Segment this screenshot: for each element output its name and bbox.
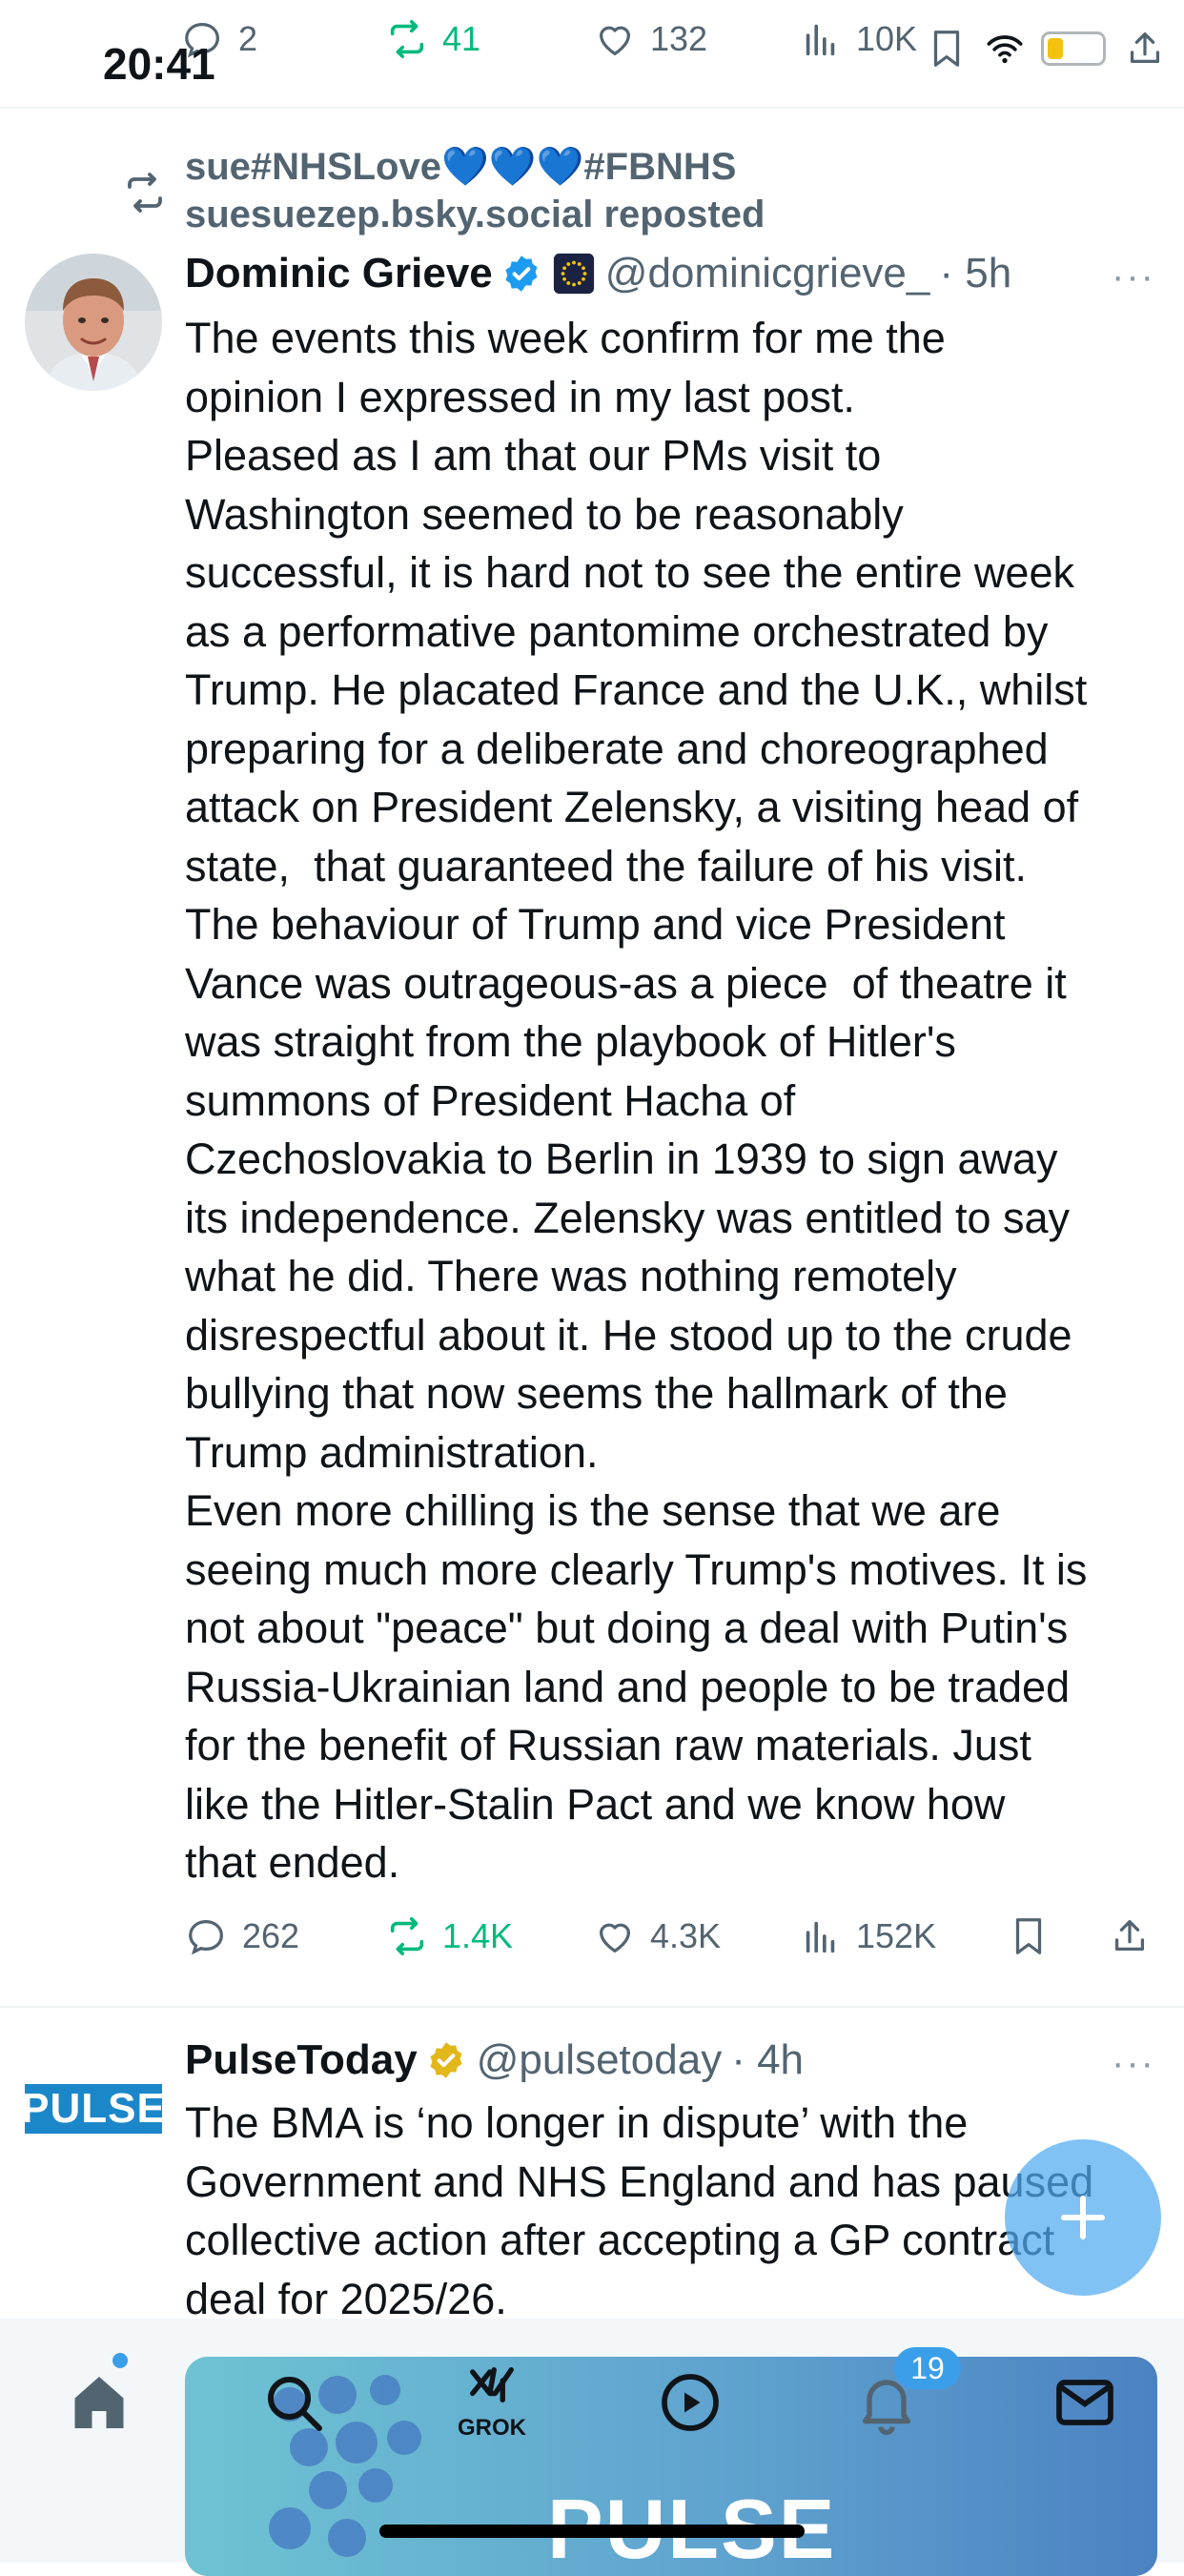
avatar[interactable] (25, 254, 162, 391)
share-button[interactable] (1108, 1914, 1152, 1958)
bookmark-icon (1015, 1918, 1042, 1954)
repost-banner-subtitle: suesuezep.bsky.social reposted (185, 194, 766, 235)
plus-icon (1061, 2196, 1105, 2239)
compose-button[interactable] (1005, 2139, 1161, 2296)
views-icon (806, 1921, 835, 1953)
post-header: PulseToday @pulsetoday · 4h (185, 2036, 804, 2084)
top-action-strip: 20:41 2 41 132 10K (0, 0, 1184, 109)
battery-icon (1041, 31, 1106, 66)
heart-icon (599, 26, 631, 55)
more-options-button[interactable]: ··· (1112, 256, 1155, 298)
search-tab[interactable] (254, 2362, 334, 2443)
status-time: 20:41 (103, 39, 215, 89)
views-count: 10K (856, 19, 918, 58)
verified-business-badge-icon (430, 2042, 462, 2078)
reply-count: 2 (238, 19, 258, 58)
like-button[interactable]: 132 (593, 17, 707, 61)
home-tab[interactable] (59, 2362, 139, 2443)
eu-flag-icon (553, 253, 594, 295)
repost-icon (390, 19, 424, 59)
repost-count: 41 (442, 19, 481, 58)
reply-button[interactable]: 262 (185, 1914, 299, 1958)
views-button[interactable]: 152K (799, 1914, 936, 1958)
repost-button[interactable]: 41 (385, 17, 480, 61)
author-handle[interactable]: @dominicgrieve_ (605, 250, 930, 297)
author-name[interactable]: PulseToday (185, 2036, 418, 2084)
mail-icon (1056, 2380, 1113, 2425)
repost-banner-name: sue#NHSLove💙💙💙#FBNHS (185, 146, 737, 188)
share-icon (1114, 1920, 1145, 1952)
like-count: 132 (650, 19, 708, 58)
bookmark-icon[interactable] (925, 27, 969, 71)
post-actions: 262 1.4K 4.3K 152K (185, 1914, 1157, 1972)
reply-count: 262 (242, 1916, 300, 1955)
like-count: 4.3K (650, 1916, 722, 1955)
repost-banner[interactable]: sue#NHSLove💙💙💙#FBNHS suesuezep.bsky.soci… (185, 143, 765, 238)
views-button[interactable]: 10K (799, 17, 917, 61)
system-status-icons (925, 27, 1167, 71)
like-button[interactable]: 4.3K (593, 1914, 721, 1958)
repost-count: 1.4K (442, 1916, 514, 1955)
post-time: · 4h (731, 2036, 805, 2083)
author-handle[interactable]: @pulsetoday (477, 2036, 723, 2084)
home-icon (74, 2377, 124, 2428)
views-count: 152K (856, 1916, 937, 1955)
grok-tab[interactable]: GROK (452, 2362, 532, 2443)
profile-photo (25, 254, 162, 391)
post-text: The events this week confirm for me the … (185, 314, 1088, 1887)
messages-tab[interactable] (1045, 2362, 1125, 2443)
views-icon (806, 24, 835, 56)
grok-label: GROK (458, 2415, 526, 2441)
divider (0, 2006, 1184, 2008)
bookmark-button[interactable] (1007, 1914, 1051, 1958)
home-unread-dot (112, 2353, 128, 2368)
search-icon (268, 2377, 322, 2431)
home-indicator (379, 2525, 805, 2538)
play-icon (662, 2374, 719, 2431)
repost-icon (390, 1916, 424, 1956)
heart-icon (599, 1923, 631, 1952)
more-options-button[interactable]: ··· (1112, 2042, 1155, 2085)
video-tab[interactable] (650, 2362, 730, 2443)
post-header: Dominic Grieve @dominicgrieve_ · 5h (185, 250, 1011, 297)
post-time: · 5h (939, 250, 1012, 296)
verified-badge-icon (505, 256, 538, 292)
grok-icon (470, 2367, 514, 2402)
repost-indicator-icon (128, 173, 162, 213)
avatar[interactable]: PULSE (21, 2084, 165, 2134)
repost-button[interactable]: 1.4K (385, 1914, 513, 1958)
notification-count-badge: 19 (894, 2347, 961, 2389)
wifi-icon (987, 35, 1023, 64)
share-icon[interactable] (1123, 27, 1167, 71)
author-name[interactable]: Dominic Grieve (185, 250, 493, 297)
reply-icon (189, 1920, 223, 1955)
